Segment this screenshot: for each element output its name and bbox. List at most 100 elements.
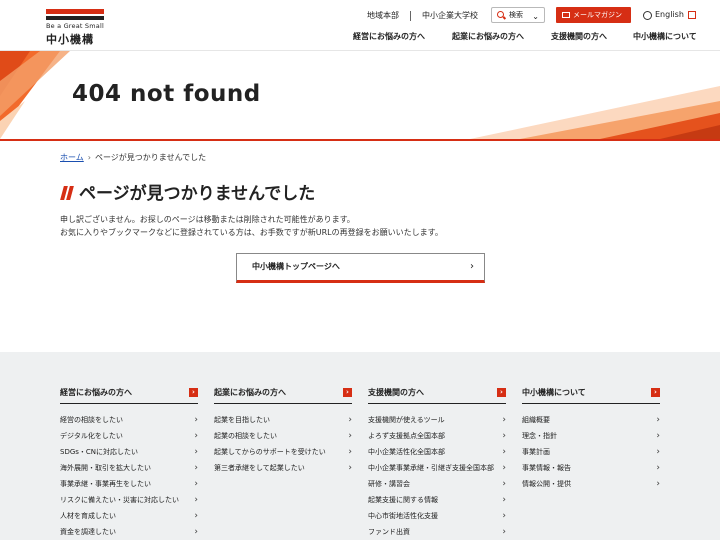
chevron-right-icon: › xyxy=(502,527,506,537)
footer-column-heading[interactable]: 経営にお悩みの方へ › xyxy=(60,388,198,404)
nav-management[interactable]: 経営にお悩みの方へ xyxy=(353,31,425,43)
chevron-right-icon: › xyxy=(470,261,474,272)
chevron-right-icon: › xyxy=(194,431,198,441)
chevron-right-icon: › xyxy=(502,495,506,505)
footer-column-management: 経営にお悩みの方へ › 経営の相談をしたい › デジタル化をしたい › SDGs・CN… xyxy=(60,388,198,540)
top-page-button[interactable]: 中小機構トップページへ › xyxy=(236,253,485,283)
footer-link[interactable]: 組織概要 › xyxy=(522,412,660,428)
footer-nav: 経営にお悩みの方へ › 経営の相談をしたい › デジタル化をしたい › SDGs・CN… xyxy=(0,352,720,540)
nav-startup[interactable]: 起業にお悩みの方へ xyxy=(452,31,524,43)
logo-tagline: Be a Great Small xyxy=(46,22,104,30)
logo-black-bar xyxy=(46,16,104,20)
site-logo[interactable]: Be a Great Small 中小機構 xyxy=(46,9,106,47)
footer-link[interactable]: 情報公開・提供 › xyxy=(522,476,660,492)
error-message-line: お気に入りやブックマークなどに登録されている方は、お手数ですが新URLの再登録を… xyxy=(60,228,443,237)
footer-link[interactable]: 事業承継・事業再生をしたい › xyxy=(60,476,198,492)
chevron-right-icon: › xyxy=(502,415,506,425)
footer-column-heading[interactable]: 起業にお悩みの方へ › xyxy=(214,388,352,404)
chevron-down-icon: ⌄ xyxy=(532,12,539,21)
chevron-right-icon: › xyxy=(656,463,660,473)
footer-link[interactable]: よろず支援拠点全国本部 › xyxy=(368,428,506,444)
error-heading: ページが見つかりませんでした xyxy=(60,183,315,205)
chevron-right-icon: › xyxy=(502,431,506,441)
footer-link[interactable]: 起業の相談をしたい › xyxy=(214,428,352,444)
footer-link[interactable]: 中心市街地活性化支援 › xyxy=(368,508,506,524)
footer-link[interactable]: 起業支援に関する情報 › xyxy=(368,492,506,508)
footer-column-heading[interactable]: 支援機関の方へ › xyxy=(368,388,506,404)
chevron-right-icon: › xyxy=(194,527,198,537)
util-link-regional[interactable]: 地域本部 xyxy=(367,8,399,24)
globe-icon xyxy=(643,11,652,20)
chevron-right-icon: › xyxy=(194,479,198,489)
breadcrumb: ホーム › ページが見つかりませんでした xyxy=(60,152,206,164)
footer-link[interactable]: 起業を目指したい › xyxy=(214,412,352,428)
footer-link[interactable]: 事業計画 › xyxy=(522,444,660,460)
chevron-right-icon: › xyxy=(502,447,506,457)
chevron-right-icon: › xyxy=(656,415,660,425)
chevron-right-icon: › xyxy=(502,479,506,489)
nav-support-orgs[interactable]: 支援機関の方へ xyxy=(551,31,607,43)
top-page-button-label: 中小機構トップページへ xyxy=(252,262,340,271)
footer-link[interactable]: 経営の相談をしたい › xyxy=(60,412,198,428)
logo-name: 中小機構 xyxy=(46,33,94,46)
page-title: 404 not found xyxy=(72,81,261,107)
chevron-right-icon: › xyxy=(651,388,660,397)
logo-red-bar xyxy=(46,9,104,14)
error-message-line: 申し訳ございません。お探しのページは移動または削除された可能性があります。 xyxy=(60,215,355,224)
breadcrumb-home[interactable]: ホーム xyxy=(60,153,84,162)
chevron-right-icon: › xyxy=(656,431,660,441)
chevron-right-icon: › xyxy=(194,447,198,457)
footer-link[interactable]: 人材を育成したい › xyxy=(60,508,198,524)
footer-link[interactable]: SDGs・CNに対応したい › xyxy=(60,444,198,460)
site-header: Be a Great Small 中小機構 地域本部 中小企業大学校 検索 ⌄ … xyxy=(0,0,720,51)
footer-link[interactable]: 理念・指針 › xyxy=(522,428,660,444)
chevron-right-icon: › xyxy=(194,415,198,425)
chevron-right-icon: › xyxy=(656,447,660,457)
hero-banner: 404 not found xyxy=(0,51,720,141)
util-separator xyxy=(410,11,411,21)
chevron-right-icon: › xyxy=(497,388,506,397)
chevron-right-icon: › xyxy=(189,388,198,397)
chevron-right-icon: › xyxy=(194,463,198,473)
footer-link[interactable]: 起業してからのサポートを受けたい › xyxy=(214,444,352,460)
chevron-right-icon: › xyxy=(348,415,352,425)
external-link-icon xyxy=(687,11,696,19)
search-dropdown[interactable]: 検索 ⌄ xyxy=(491,7,545,23)
chevron-right-icon: › xyxy=(348,447,352,457)
nav-about[interactable]: 中小機構について xyxy=(633,31,697,43)
chevron-right-icon: › xyxy=(348,431,352,441)
search-label: 検索 xyxy=(509,11,523,19)
search-icon xyxy=(497,11,504,18)
footer-link[interactable]: リスクに備えたい・災害に対応したい › xyxy=(60,492,198,508)
chevron-right-icon: › xyxy=(348,463,352,473)
footer-link[interactable]: 研修・講習会 › xyxy=(368,476,506,492)
footer-column-heading[interactable]: 中小機構について › xyxy=(522,388,660,404)
footer-column-about: 中小機構について › 組織概要 › 理念・指針 › 事業計画 › 事業情報・報告 › 情報… xyxy=(522,388,660,492)
footer-link[interactable]: 中小企業活性化全国本部 › xyxy=(368,444,506,460)
chevron-right-icon: › xyxy=(502,511,506,521)
footer-link[interactable]: ファンド出資 › xyxy=(368,524,506,540)
footer-link[interactable]: 第三者承継をして起業したい › xyxy=(214,460,352,476)
mail-magazine-button[interactable]: メールマガジン xyxy=(556,7,631,23)
footer-link[interactable]: 資金を調達したい › xyxy=(60,524,198,540)
error-heading-text: ページが見つかりませんでした xyxy=(79,184,316,204)
footer-link[interactable]: 支援機関が使えるツール › xyxy=(368,412,506,428)
chevron-right-icon: › xyxy=(87,153,91,162)
breadcrumb-current: ページが見つかりませんでした xyxy=(94,153,207,162)
language-label: English xyxy=(655,10,684,19)
footer-link[interactable]: 中小企業事業承継・引継ぎ支援全国本部 › xyxy=(368,460,506,476)
footer-link[interactable]: デジタル化をしたい › xyxy=(60,428,198,444)
footer-column-support-orgs: 支援機関の方へ › 支援機関が使えるツール › よろず支援拠点全国本部 › 中小企業活… xyxy=(368,388,506,540)
chevron-right-icon: › xyxy=(194,511,198,521)
util-link-university[interactable]: 中小企業大学校 xyxy=(422,8,478,24)
footer-link[interactable]: 事業情報・報告 › xyxy=(522,460,660,476)
language-link[interactable]: English xyxy=(643,8,696,22)
mail-icon xyxy=(562,12,570,18)
footer-link[interactable]: 海外展開・取引を拡大したい › xyxy=(60,460,198,476)
chevron-right-icon: › xyxy=(656,479,660,489)
footer-column-startup: 起業にお悩みの方へ › 起業を目指したい › 起業の相談をしたい › 起業してからのサ… xyxy=(214,388,352,476)
mail-label: メールマガジン xyxy=(573,11,622,19)
chevron-right-icon: › xyxy=(502,463,506,473)
error-message: 申し訳ございません。お探しのページは移動または削除された可能性があります。 お気… xyxy=(60,213,443,239)
chevron-right-icon: › xyxy=(343,388,352,397)
